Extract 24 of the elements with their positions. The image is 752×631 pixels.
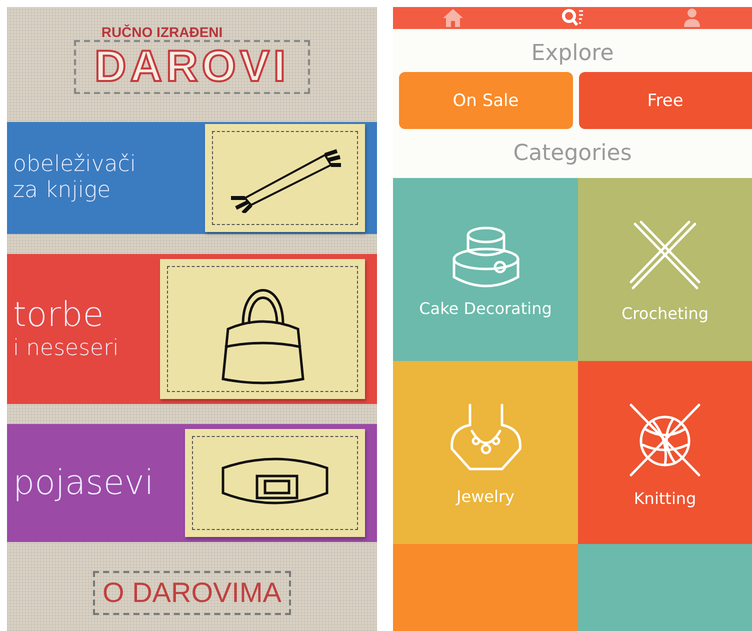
category-band[interactable]: torbe i neseseri <box>7 254 377 404</box>
category-tile[interactable]: Knitting <box>578 361 752 544</box>
about-button[interactable]: O DAROVIMA <box>92 570 292 614</box>
tile-label: Knitting <box>634 489 696 508</box>
category-band[interactable]: obeleživači za knjige <box>7 122 377 234</box>
search-icon <box>560 8 584 28</box>
category-tile[interactable]: Jewelry <box>393 361 578 544</box>
category-tile[interactable]: Crocheting <box>578 178 752 361</box>
profile-icon <box>683 8 702 28</box>
tile-label: Jewelry <box>456 487 514 506</box>
tile-label: Cake Decorating <box>419 299 552 318</box>
category-band[interactable]: pojasevi <box>7 424 377 542</box>
brand-tagline: RUČNO IZRAĐENI <box>101 24 223 40</box>
filter-button[interactable]: Free <box>578 72 752 129</box>
filter-button[interactable]: On Sale <box>399 72 572 129</box>
section-heading: Explore <box>530 40 615 68</box>
category-tile[interactable]: Cake Decorating <box>393 178 578 361</box>
tile-label: Crocheting <box>622 304 708 323</box>
category-label: obeleživači za knjige <box>13 152 136 204</box>
brand-logo: DAROVI <box>74 40 310 94</box>
category-label: pojasevi <box>13 462 154 504</box>
home-icon <box>442 8 464 28</box>
category-label: torbe i neseseri <box>13 295 119 363</box>
section-heading: Categories <box>512 140 633 168</box>
